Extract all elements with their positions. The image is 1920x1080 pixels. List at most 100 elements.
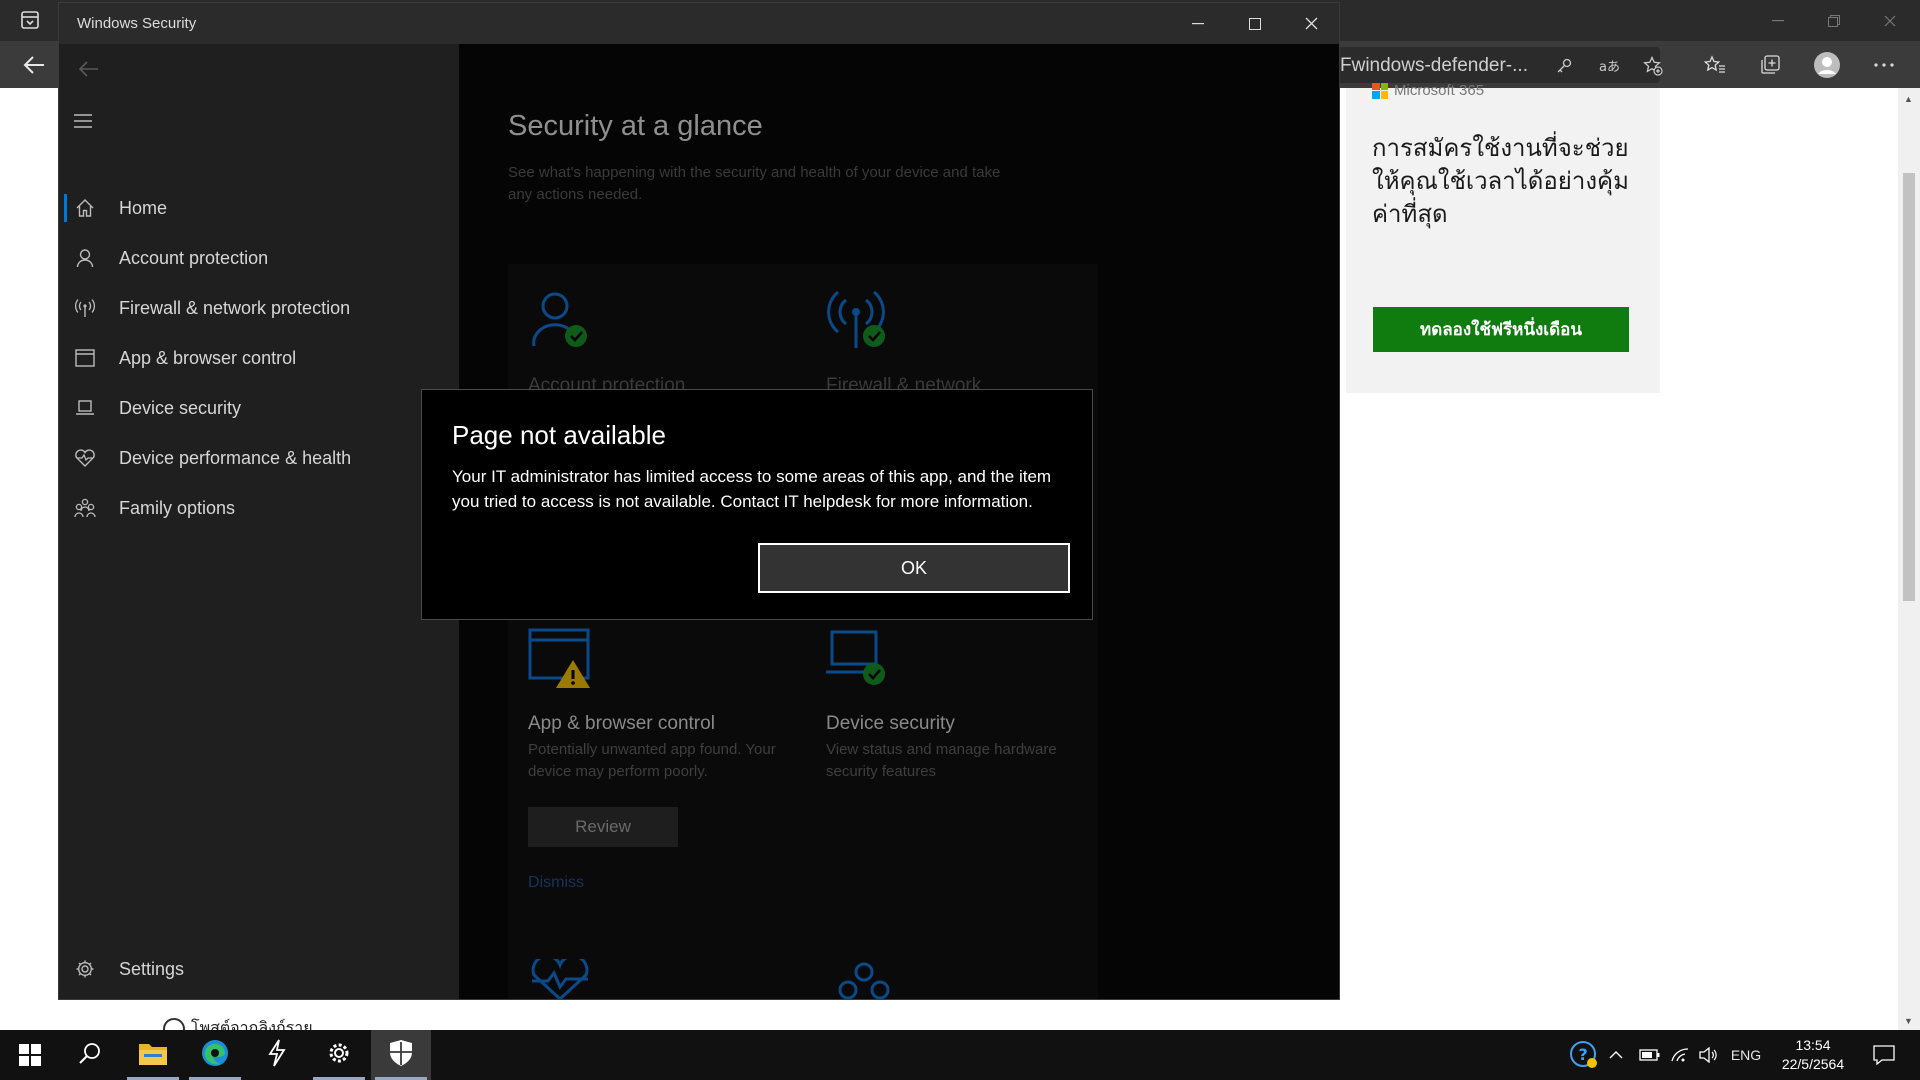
battery-icon[interactable] — [1636, 1030, 1662, 1080]
sidebar-item-app-browser-control[interactable]: App & browser control — [59, 336, 459, 380]
close-button[interactable] — [1283, 3, 1339, 44]
input-language[interactable]: ENG — [1728, 1030, 1764, 1080]
window-titlebar: Windows Security — [59, 3, 1339, 44]
svg-text:aあ: aあ — [1599, 60, 1619, 74]
ad-panel: Microsoft 365 การสมัครใช้งานที่จะช่วยให้… — [1346, 82, 1660, 393]
scroll-down-icon[interactable]: ▼ — [1904, 1016, 1913, 1026]
sidebar-item-label: Family options — [119, 497, 236, 518]
sidebar-item-label: App & browser control — [119, 347, 297, 368]
settings-app-button[interactable] — [309, 1030, 369, 1080]
browser-back-button[interactable] — [18, 51, 50, 79]
folder-icon — [138, 1040, 168, 1071]
dialog-message: Your IT administrator has limited access… — [452, 467, 1052, 511]
dismiss-link[interactable]: Dismiss — [528, 874, 584, 892]
browser-warning-icon — [528, 628, 592, 694]
page-title: Security at a glance — [508, 110, 763, 142]
chevron-up-icon[interactable] — [1606, 1030, 1626, 1080]
start-button[interactable] — [0, 1030, 60, 1080]
scroll-thumb[interactable] — [1903, 173, 1915, 601]
tab-actions-icon[interactable] — [20, 10, 40, 30]
account-protection-card[interactable]: Account protection — [528, 288, 808, 397]
ok-button[interactable]: OK — [758, 543, 1070, 593]
app-button[interactable] — [247, 1030, 307, 1080]
card-description: View status and manage hardware security… — [826, 741, 1057, 780]
family-icon — [73, 496, 97, 520]
clock-time: 13:54 — [1795, 1037, 1831, 1053]
card-title: App & browser control — [528, 713, 715, 734]
review-button[interactable]: Review — [528, 807, 678, 847]
minimize-button[interactable] — [1169, 3, 1226, 44]
sidebar-item-firewall[interactable]: Firewall & network protection — [59, 286, 459, 330]
profile-avatar-icon[interactable] — [1813, 51, 1841, 79]
heart-icon — [73, 446, 97, 470]
browser-close-button[interactable] — [1862, 0, 1918, 41]
help-tray-icon[interactable]: ? — [1568, 1030, 1600, 1080]
window-title: Windows Security — [77, 15, 197, 32]
dialog-title: Page not available — [452, 420, 666, 450]
gear-icon — [326, 1040, 352, 1071]
favorites-icon[interactable] — [1701, 51, 1729, 79]
page-not-available-dialog: Page not available Your IT administrator… — [421, 389, 1093, 620]
person-icon — [73, 246, 97, 270]
sidebar: Home Account protection Firewall & netwo… — [59, 44, 459, 999]
sidebar-item-label: Account protection — [119, 247, 269, 268]
browser-minimize-button[interactable] — [1750, 0, 1806, 41]
sidebar-item-home[interactable]: Home — [59, 186, 459, 230]
search-icon — [79, 1042, 101, 1069]
active-indicator — [64, 194, 67, 222]
firewall-card[interactable]: Firewall & network — [826, 288, 1106, 397]
family-group-icon — [836, 962, 896, 999]
clock[interactable]: 13:54 22/5/2564 — [1768, 1036, 1858, 1074]
browser-window-icon — [73, 346, 97, 370]
address-text: Fwindows-defender-... — [1340, 55, 1528, 76]
add-favorite-icon[interactable] — [1642, 55, 1664, 77]
card-title: Device security — [826, 713, 955, 734]
gear-icon — [73, 957, 97, 981]
notification-icon[interactable] — [1866, 1030, 1902, 1080]
edge-browser-button[interactable] — [185, 1030, 245, 1080]
wifi-icon[interactable] — [1668, 1030, 1692, 1080]
antenna-icon — [73, 296, 97, 320]
free-trial-button[interactable]: ทดลองใช้ฟรีหนึ่งเดือน — [1373, 307, 1629, 352]
windows-security-app-button[interactable] — [371, 1030, 431, 1080]
account-check-icon — [528, 292, 592, 356]
sidebar-item-account-protection[interactable]: Account protection — [59, 236, 459, 280]
sidebar-item-device-security[interactable]: Device security — [59, 386, 459, 430]
key-icon[interactable] — [1553, 55, 1575, 77]
firewall-check-icon — [826, 290, 890, 356]
svg-text:?: ? — [1579, 1045, 1588, 1064]
app-browser-control-card[interactable]: App & browser control Potentially unwant… — [528, 626, 808, 783]
search-button[interactable] — [60, 1030, 120, 1080]
hamburger-menu-icon[interactable] — [73, 114, 97, 132]
sidebar-item-label: Home — [119, 197, 168, 218]
microsoft-logo-icon — [1372, 82, 1388, 99]
sidebar-item-label: Settings — [119, 958, 185, 979]
browser-restore-button[interactable] — [1806, 0, 1862, 41]
page-scrollbar[interactable]: ▲ ▼ — [1898, 88, 1920, 1030]
sidebar-item-label: Device security — [119, 397, 242, 418]
device-security-card[interactable]: Device security View status and manage h… — [826, 626, 1106, 783]
laptop-icon — [73, 396, 97, 420]
back-button[interactable] — [69, 54, 109, 84]
taskbar: ? ENG 13:54 22/5/2564 — [0, 1030, 1920, 1080]
more-menu-icon[interactable] — [1870, 51, 1898, 79]
ad-brand: Microsoft 365 — [1394, 82, 1485, 99]
clock-date: 22/5/2564 — [1781, 1056, 1845, 1072]
read-aloud-icon[interactable]: aあ — [1598, 55, 1620, 77]
maximize-button[interactable] — [1226, 3, 1283, 44]
ad-text: การสมัครใช้งานที่จะช่วยให้คุณใช้เวลาได้อ… — [1372, 135, 1629, 228]
microsoft-365-logo: Microsoft 365 — [1372, 82, 1484, 99]
status-cards: Account protection Firewall & network Ap… — [508, 264, 1098, 999]
collections-icon[interactable] — [1756, 51, 1784, 79]
sidebar-item-label: Firewall & network protection — [119, 297, 351, 318]
file-explorer-button[interactable] — [123, 1030, 183, 1080]
volume-icon[interactable] — [1696, 1030, 1720, 1080]
windows-security-window: Windows Security Home Account protection… — [58, 2, 1340, 1000]
health-heart-icon — [528, 954, 592, 999]
scroll-up-icon[interactable]: ▲ — [1904, 94, 1913, 104]
sidebar-item-family-options[interactable]: Family options — [59, 486, 459, 530]
edge-icon — [200, 1038, 230, 1073]
sidebar-item-settings[interactable]: Settings — [59, 947, 459, 991]
sidebar-item-device-performance[interactable]: Device performance & health — [59, 436, 459, 480]
lightning-icon — [267, 1039, 287, 1072]
